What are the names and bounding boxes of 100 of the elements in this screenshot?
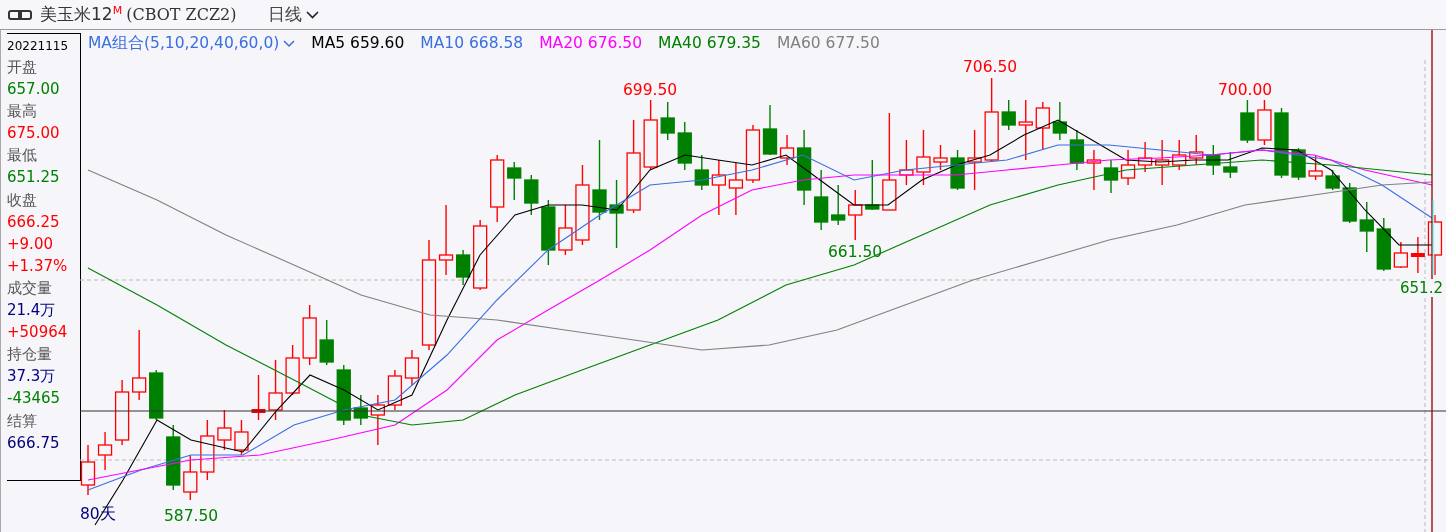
candlestick [1001, 99, 1016, 131]
candlestick [609, 179, 624, 249]
candlestick [183, 454, 198, 501]
price-label: 661.50 [828, 243, 883, 261]
candlestick [1223, 151, 1238, 179]
link-icon[interactable] [8, 8, 32, 21]
field-value: 675.00 [7, 123, 61, 145]
candlestick [370, 394, 385, 446]
candlestick [166, 424, 181, 491]
candlestick [1274, 107, 1289, 179]
field-label: 最高 [7, 101, 38, 123]
candlestick [899, 139, 914, 186]
candlestick [507, 161, 522, 201]
candlestick [353, 394, 368, 426]
candlestick [268, 359, 283, 421]
candlestick [302, 304, 317, 366]
candlestick [865, 159, 880, 211]
candlestick [831, 184, 846, 226]
candlestick [1155, 139, 1170, 186]
field-label: 结算 [7, 410, 38, 432]
candlestick [1120, 149, 1136, 186]
field-value: +1.37% [7, 255, 69, 277]
field-value: -43465 [7, 388, 62, 410]
field-value: 651.25 [7, 167, 61, 189]
candlestick [694, 154, 709, 191]
field-label: 开盘 [7, 57, 38, 78]
candlestick [1206, 144, 1221, 176]
candlestick [814, 169, 829, 231]
range-label: 80天 [80, 505, 116, 523]
candlestick [1393, 241, 1408, 269]
field-label: 成交量 [7, 277, 53, 299]
price-label: 706.50 [963, 58, 1018, 76]
legend-item: MA60 677.50 [776, 33, 880, 54]
candlestick [1069, 129, 1085, 171]
candlestick [200, 419, 215, 481]
candlestick [950, 149, 965, 191]
candlestick [643, 99, 658, 171]
candlestick [660, 101, 675, 141]
field-value: 666.25 [7, 211, 61, 233]
legend-item: MA20 676.50 [539, 33, 643, 54]
legend-item: MA5 659.60 [311, 33, 405, 54]
candlestick [234, 419, 249, 456]
candlestick [1189, 134, 1204, 166]
candlestick [285, 344, 300, 396]
candlestick [490, 154, 505, 223]
field-value: 657.00 [7, 79, 61, 101]
chevron-down-icon [283, 39, 296, 48]
candlestick [149, 369, 164, 421]
quote-date: 20221115 [7, 38, 70, 55]
legend-item: MA40 679.35 [658, 33, 761, 54]
field-label: 持仓量 [7, 344, 53, 366]
candlestick [1137, 141, 1153, 173]
candlestick [541, 199, 556, 266]
field-value: 666.75 [7, 432, 61, 454]
candlestick [1325, 169, 1340, 191]
candlestick [1410, 236, 1425, 274]
candlestick [217, 409, 232, 451]
candlestick [745, 124, 761, 184]
candlestick [1018, 99, 1033, 161]
candlestick [558, 204, 573, 256]
candlestick [1342, 182, 1357, 224]
field-label: 最低 [7, 145, 38, 167]
candlestick [1257, 99, 1272, 146]
candlestick [387, 369, 403, 411]
candlestick [1052, 101, 1067, 141]
price-label: 651.2 [1400, 279, 1443, 297]
period-dropdown[interactable]: 日线 [268, 1, 320, 28]
chevron-down-icon [306, 10, 320, 19]
candlestick [1103, 159, 1119, 194]
candlestick [524, 174, 539, 216]
indicator-dropdown[interactable]: MA组合(5,10,20,40,60,0) [88, 32, 296, 56]
candlestick [319, 319, 334, 366]
candlestick [1308, 154, 1323, 181]
candlestick [1035, 101, 1050, 151]
field-value: +9.00 [7, 233, 54, 255]
candlestick [473, 219, 488, 291]
candlestick [967, 129, 982, 191]
candlestick [677, 121, 692, 171]
field-label: 收盘 [7, 189, 38, 211]
candlestick [251, 374, 266, 421]
price-label: 587.50 [164, 507, 219, 525]
field-value: 37.3万 [7, 366, 57, 388]
candlestick [1172, 139, 1187, 171]
field-value: +50964 [7, 322, 69, 344]
candlestick [132, 329, 147, 401]
legend-item: MA10 668.58 [420, 33, 524, 54]
field-value: 21.4万 [7, 300, 57, 322]
candlestick [848, 189, 863, 241]
instrument-title: 美玉米12$^{M}$ (CBOT ZCZ2) [40, 2, 237, 26]
candlestick [1086, 149, 1102, 191]
candlestick [1359, 201, 1374, 253]
candlestick [711, 159, 726, 216]
candlestick [1240, 99, 1255, 144]
candlestick [80, 444, 96, 496]
candlestick [1427, 214, 1443, 276]
candlestick [728, 162, 744, 216]
candlestick [1376, 217, 1391, 272]
candlestick [916, 129, 931, 186]
price-label: 700.00 [1218, 81, 1273, 99]
candlestick [933, 144, 948, 171]
